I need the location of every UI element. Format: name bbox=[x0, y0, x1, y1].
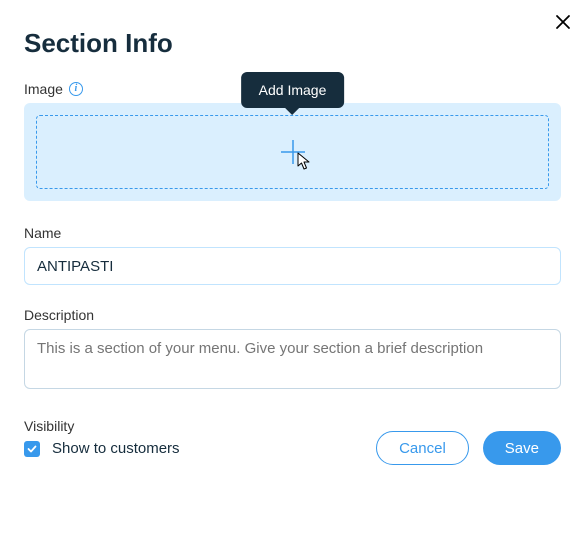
name-label-row: Name bbox=[24, 225, 561, 241]
image-field-label: Image bbox=[24, 81, 63, 97]
section-info-dialog: Section Info Image i Add Image Name Desc… bbox=[0, 0, 585, 481]
show-to-customers-checkbox[interactable] bbox=[24, 441, 40, 457]
close-icon[interactable] bbox=[555, 14, 571, 30]
visibility-field-label: Visibility bbox=[24, 418, 74, 434]
description-field[interactable] bbox=[24, 329, 561, 389]
image-dropzone[interactable]: Add Image bbox=[24, 103, 561, 201]
image-dropzone-inner: Add Image bbox=[36, 115, 549, 189]
dialog-title: Section Info bbox=[24, 28, 561, 59]
save-button[interactable]: Save bbox=[483, 431, 561, 465]
cursor-icon bbox=[295, 152, 313, 172]
info-icon[interactable]: i bbox=[69, 82, 83, 96]
description-field-label: Description bbox=[24, 307, 94, 323]
cancel-button[interactable]: Cancel bbox=[376, 431, 469, 465]
visibility-checkbox-label: Show to customers bbox=[52, 440, 180, 457]
tooltip-text: Add Image bbox=[259, 82, 327, 98]
name-field-label: Name bbox=[24, 225, 61, 241]
name-field[interactable] bbox=[24, 247, 561, 285]
dialog-button-row: Cancel Save bbox=[376, 431, 561, 465]
description-label-row: Description bbox=[24, 307, 561, 323]
add-image-tooltip: Add Image bbox=[241, 72, 345, 108]
